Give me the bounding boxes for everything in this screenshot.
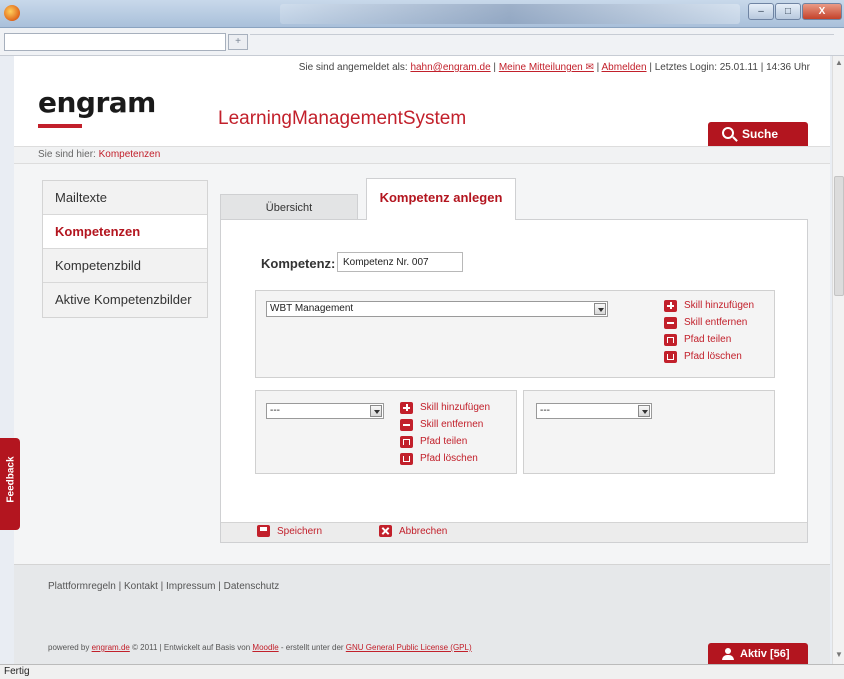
tab-overview[interactable]: Übersicht [220,194,358,220]
minimize-button[interactable]: – [748,3,774,20]
messages-link[interactable]: Meine Mitteilungen ✉ [499,62,594,73]
tab-create-kompetenz[interactable]: Kompetenz anlegen [366,178,516,220]
footer-links[interactable]: Plattformregeln | Kontakt | Impressum | … [48,581,279,592]
main-actions: Skill hinzufügen Skill entfernen Pfad te… [664,297,754,365]
right-branch-box: --- [523,390,775,474]
chevron-down-icon [370,405,382,417]
new-tab-button[interactable]: + [228,34,248,50]
sidebar-item-kompetenzen[interactable]: Kompetenzen [43,215,207,249]
split-path-button[interactable]: Pfad teilen [400,433,490,450]
create-kompetenz-panel: Kompetenz: WBT Management Skill hinzufüg… [220,219,808,543]
logout-link[interactable]: Abmelden [602,62,647,73]
page-scrollbar[interactable]: ▲ ▼ [832,56,844,664]
left-actions: Skill hinzufügen Skill entfernen Pfad te… [400,399,490,467]
engram-logo[interactable]: engram [38,86,156,119]
feedback-tab[interactable]: Feedback [0,438,20,530]
add-skill-button[interactable]: Skill hinzufügen [664,297,754,314]
sidebar-item-mailtexte[interactable]: Mailtexte [43,181,207,215]
scroll-down-icon[interactable]: ▼ [833,650,844,662]
left-branch-select[interactable]: --- [266,403,384,419]
kompetenz-name-input[interactable] [337,252,463,272]
scrollbar-thumb[interactable] [834,176,844,296]
search-button[interactable]: Suche [708,122,808,146]
sidebar-item-kompetenzbild[interactable]: Kompetenzbild [43,249,207,283]
gpl-link[interactable]: GNU General Public License (GPL) [346,643,472,652]
remove-skill-button[interactable]: Skill entfernen [400,416,490,433]
save-button[interactable]: Speichern [257,525,322,537]
web-page: Sie sind angemeldet als: hahn@engram.de … [0,56,830,665]
delete-path-button[interactable]: Pfad löschen [664,348,754,365]
powered-by: powered by engram.de © 2011 | Entwickelt… [48,643,472,652]
moodle-link[interactable]: Moodle [252,643,278,652]
save-icon [257,525,270,537]
search-icon [722,127,734,139]
main-content: Mailtexte Kompetenzen Kompetenzbild Akti… [0,164,830,564]
remove-skill-button[interactable]: Skill entfernen [664,314,754,331]
browser-tabbar: + [0,28,844,56]
browser-tab[interactable] [4,33,226,51]
window-titlebar: – □ X [0,0,844,28]
delete-path-button[interactable]: Pfad löschen [400,450,490,467]
right-branch-select[interactable]: --- [536,403,652,419]
page-footer: Plattformregeln | Kontakt | Impressum | … [14,564,830,665]
maximize-button[interactable]: □ [775,3,801,20]
split-path-icon [664,333,677,346]
window-controls: – □ X [748,3,842,20]
title-area [280,4,740,24]
breadcrumb-current[interactable]: Kompetenzen [99,149,161,160]
plus-icon [664,299,677,312]
add-skill-button[interactable]: Skill hinzufügen [400,399,490,416]
split-path-button[interactable]: Pfad teilen [664,331,754,348]
sidebar-item-aktive-kompetenzbilder[interactable]: Aktive Kompetenzbilder [43,283,207,317]
main-skill-box: WBT Management Skill hinzufügen Skill en… [255,290,775,378]
main-skill-select[interactable]: WBT Management [266,301,608,317]
panel-footer: Speichern Abbrechen [221,522,807,542]
minus-icon [400,418,413,431]
chevron-down-icon [638,405,650,417]
delete-path-icon [400,452,413,465]
firefox-icon [4,5,20,21]
engram-link[interactable]: engram.de [92,643,130,652]
chevron-down-icon [594,303,606,315]
close-icon [379,525,392,537]
status-bar: Fertig [0,664,844,679]
breadcrumb: Sie sind hier: Kompetenzen [14,146,830,164]
active-users-button[interactable]: Aktiv [56] [708,643,808,665]
user-icon [722,648,734,660]
minus-icon [664,316,677,329]
plus-icon [400,401,413,414]
sidebar-nav: Mailtexte Kompetenzen Kompetenzbild Akti… [42,180,208,318]
close-button[interactable]: X [802,3,842,20]
scroll-up-icon[interactable]: ▲ [833,58,844,70]
left-branch-box: --- Skill hinzufügen Skill entfernen Pfa… [255,390,517,474]
kompetenz-label: Kompetenz: [261,256,336,271]
cancel-button[interactable]: Abbrechen [379,525,447,537]
logo-underline [38,124,82,128]
user-info-line: Sie sind angemeldet als: hahn@engram.de … [298,62,810,73]
split-path-icon [400,435,413,448]
app-title: LearningManagementSystem [218,108,467,129]
delete-path-icon [664,350,677,363]
user-email-link[interactable]: hahn@engram.de [410,62,490,73]
